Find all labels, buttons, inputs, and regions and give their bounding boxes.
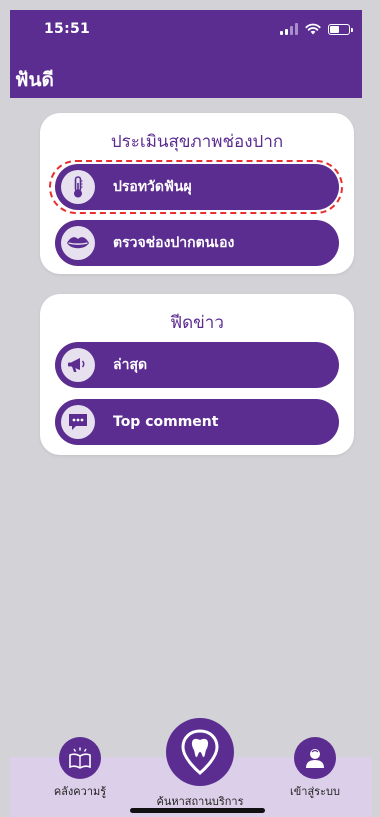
nav-find-service[interactable]: ค้นหาสถานบริการ: [140, 718, 260, 810]
news-feed-card-title: ฟีดข่าว: [170, 313, 224, 333]
wifi-icon: [305, 23, 321, 35]
comment-icon: [61, 405, 95, 439]
tooth-location-icon: [166, 718, 234, 786]
megaphone-icon: [61, 348, 95, 382]
self-oral-exam-label: ตรวจช่องปากตนเอง: [113, 235, 235, 251]
status-time: 15:51: [44, 21, 91, 37]
user-icon: [294, 737, 336, 779]
app-bar: 15:51 ฟันดี: [10, 10, 362, 98]
latest-news-label: ล่าสุด: [113, 357, 148, 373]
status-icons: [280, 23, 353, 35]
signal-icon: [280, 23, 298, 35]
caries-thermometer-label: ปรอทวัดฟันผุ: [113, 179, 192, 195]
thermometer-icon: [61, 170, 95, 204]
app-title: ฟันดี: [15, 69, 54, 91]
battery-icon: [328, 23, 353, 35]
nav-knowledge-base-label: คลังความรู้: [53, 785, 107, 798]
book-icon: [59, 737, 101, 779]
latest-news-button[interactable]: ล่าสุด: [55, 342, 339, 388]
nav-login-label: เข้าสู่ระบบ: [290, 785, 340, 798]
nav-knowledge-base[interactable]: คลังความรู้: [45, 737, 115, 800]
assessment-card: ประเมินสุขภาพช่องปาก ปรอทวัดฟันผุ ตรวจช่…: [40, 113, 354, 274]
news-feed-card: ฟีดข่าว ล่าสุด Top comment: [40, 294, 354, 455]
top-comment-label: Top comment: [113, 414, 219, 430]
assessment-card-title: ประเมินสุขภาพช่องปาก: [110, 132, 284, 152]
caries-thermometer-button[interactable]: ปรอทวัดฟันผุ: [55, 164, 339, 210]
nav-login[interactable]: เข้าสู่ระบบ: [280, 737, 350, 800]
self-oral-exam-button[interactable]: ตรวจช่องปากตนเอง: [55, 220, 339, 266]
top-comment-button[interactable]: Top comment: [55, 399, 339, 445]
lips-icon: [61, 226, 95, 260]
home-indicator: [130, 808, 265, 813]
